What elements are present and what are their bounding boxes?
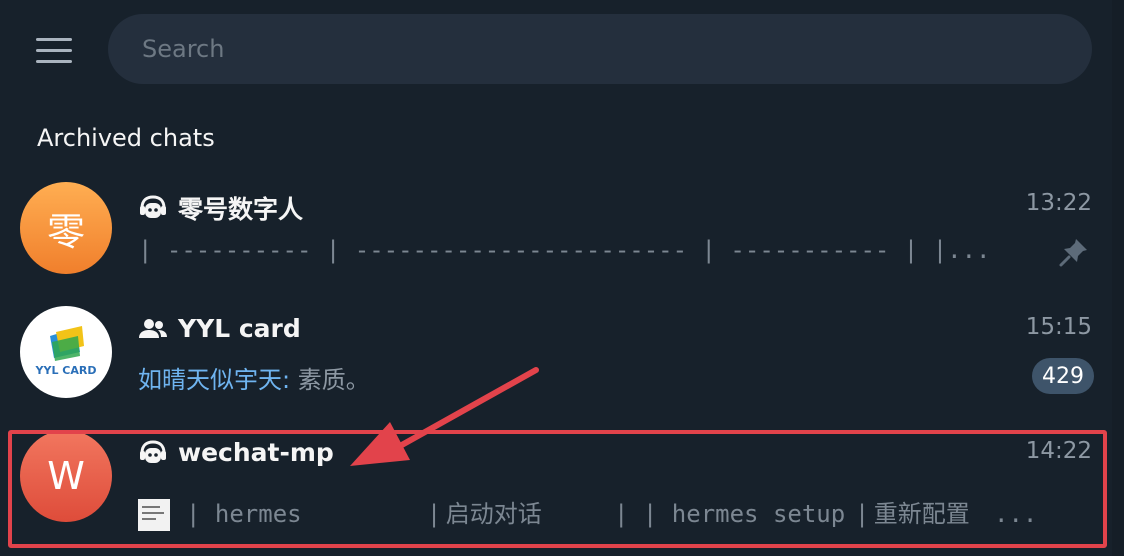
bot-icon: [138, 439, 168, 466]
chat-preview: | ---------- | ----------------------- |…: [138, 236, 991, 264]
unread-badge: 429: [1032, 358, 1094, 394]
yyl-card-logo: [32, 326, 100, 375]
avatar: W: [20, 430, 112, 522]
chat-time: 14:22: [1025, 438, 1092, 464]
chat-item-yyl-card[interactable]: YYL CARD YYL card 15:15 如晴天似宇天: 素质。 429: [0, 288, 1112, 412]
chat-time: 13:22: [1025, 190, 1092, 216]
avatar: 零: [20, 182, 112, 274]
preview-part: | | hermes setup: [614, 500, 846, 528]
section-title: Archived chats: [37, 124, 215, 152]
chat-title-row: 零号数字人: [138, 190, 303, 226]
pin-icon: [1058, 236, 1090, 268]
chat-preview: 如晴天似宇天: 素质。: [138, 360, 1038, 395]
sender-name: 如晴天似宇天:: [138, 366, 291, 394]
media-thumbnail: [138, 499, 170, 531]
avatar: YYL CARD: [20, 306, 112, 398]
chat-name: YYL card: [178, 314, 301, 343]
search-box[interactable]: [108, 14, 1092, 84]
chat-name: wechat-mp: [178, 438, 334, 467]
chat-item-wechat-mp[interactable]: W wechat-mp 14:22 | hermes | 启动对话 | | herm…: [0, 412, 1112, 536]
chat-name: 零号数字人: [178, 195, 304, 224]
avatar-initial: 零: [46, 209, 85, 254]
avatar-initial: W: [47, 454, 85, 498]
chat-item-lingyao[interactable]: 零 零号数字人 13:22 | ---------- | -----------…: [0, 164, 1112, 288]
search-input[interactable]: [108, 14, 1092, 84]
preview-part: | hermes: [186, 500, 302, 528]
preview-part: | 启动对话: [430, 500, 542, 528]
scrollbar[interactable]: [1112, 0, 1124, 556]
chat-title-row: wechat-mp: [138, 438, 334, 467]
message-text: 素质。: [290, 366, 370, 394]
preview-part: | 重新配置: [858, 500, 970, 528]
chat-title-row: YYL card: [138, 314, 301, 343]
chat-preview: | hermes | 启动对话 | | hermes setup | 重新配置...: [138, 494, 1038, 531]
chat-time: 15:15: [1025, 314, 1092, 340]
top-bar: [0, 0, 1124, 100]
hamburger-menu-icon[interactable]: [24, 28, 84, 72]
bot-icon: [138, 195, 168, 221]
avatar-logo-text: YYL CARD: [35, 364, 97, 377]
preview-part: ...: [994, 500, 1038, 528]
group-icon: [138, 317, 168, 341]
